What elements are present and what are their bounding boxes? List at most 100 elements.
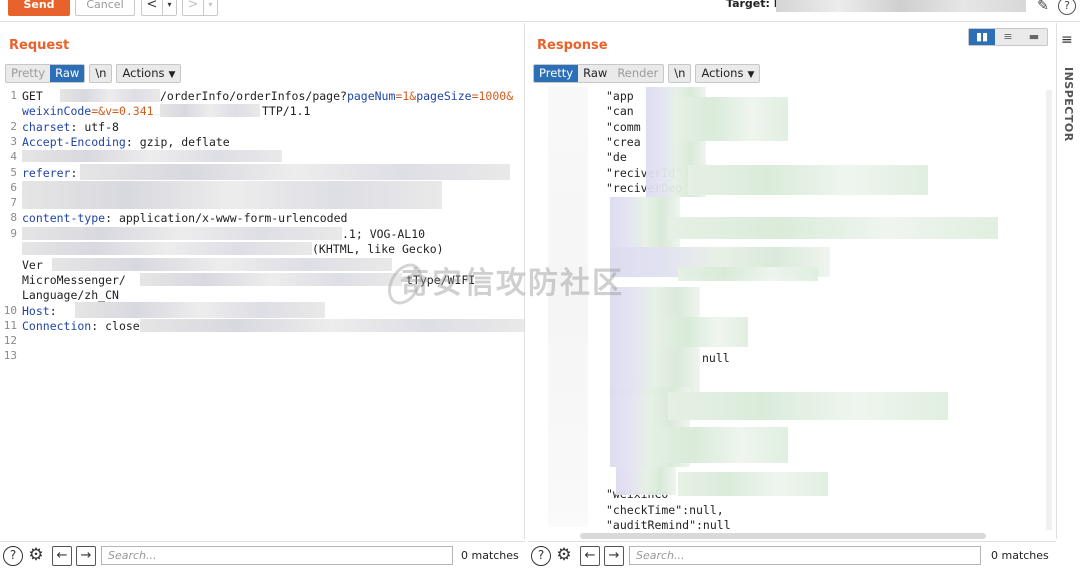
code-line-1: GET <box>22 89 50 103</box>
forward-dropdown-icon[interactable]: ▾ <box>203 0 217 15</box>
layout-horizontal-icon[interactable]: ≡ <box>995 29 1021 45</box>
code-line-2: charset: utf-8 <box>22 120 119 134</box>
tab-raw[interactable]: Raw <box>578 65 612 82</box>
redacted-block <box>140 273 402 286</box>
response-view-toggle: Pretty Raw Render <box>533 64 665 83</box>
code-line-1b: weixinCode=&v=0.341 <box>22 104 154 118</box>
line-number: 11 <box>3 319 17 332</box>
search-input[interactable]: Search... <box>629 546 981 565</box>
param-value: =1000& <box>471 89 514 103</box>
line-number: 2 <box>10 120 17 133</box>
arrow-right-icon[interactable]: → <box>604 546 624 566</box>
code-line-3: Accept-Encoding: gzip, deflate <box>22 135 230 149</box>
actions-label: Actions <box>701 66 744 80</box>
redacted-block <box>668 217 998 239</box>
redacted-block <box>648 427 788 463</box>
redacted-block <box>75 302 325 318</box>
line-number: 9 <box>10 227 17 240</box>
response-editor[interactable]: "app "can "comm "crea "de "reciverId" "r… <box>528 87 1056 537</box>
redacted-block <box>658 317 748 347</box>
user-agent-fragment: .1; VOG-AL10 <box>342 227 426 241</box>
target-redacted <box>776 0 1026 12</box>
search-input[interactable]: Search... <box>101 546 453 565</box>
param-key: pageSize <box>416 89 472 103</box>
arrow-right-icon[interactable]: → <box>76 546 96 566</box>
param-key: weixinCode <box>22 104 92 118</box>
help-icon[interactable]: ? <box>3 546 23 566</box>
send-button[interactable]: Send <box>8 0 70 16</box>
help-icon[interactable]: ? <box>1058 0 1076 15</box>
request-title: Request <box>9 38 70 53</box>
actions-dropdown[interactable]: Actions ▼ <box>116 64 182 83</box>
redacted-block <box>678 472 828 496</box>
user-agent-line: Language/zh_CN <box>22 288 119 302</box>
forward-arrow-icon[interactable]: > <box>183 0 203 15</box>
horizontal-scrollbar[interactable] <box>580 533 986 539</box>
tab-pretty[interactable]: Pretty <box>6 65 50 82</box>
header-key: Host <box>22 304 50 318</box>
gear-icon[interactable]: ⚙ <box>554 546 574 566</box>
json-key: "can <box>606 104 634 118</box>
redacted-block <box>678 267 818 281</box>
param-value: =1& <box>395 89 417 103</box>
layout-tabs-icon[interactable]: ▬ <box>1021 29 1047 45</box>
response-title: Response <box>537 38 608 53</box>
back-nav-group[interactable]: < ▾ <box>141 0 177 16</box>
inspector-tab[interactable]: INSPECTOR <box>1062 67 1075 142</box>
code-line-10: Host: <box>22 304 57 318</box>
json-key: "app <box>606 89 634 103</box>
newline-toggle[interactable]: \n <box>89 64 113 83</box>
line-number: 12 <box>3 334 17 347</box>
vertical-scrollbar[interactable] <box>1046 90 1052 530</box>
user-agent-line: Ver <box>22 258 43 272</box>
redacted-block <box>22 181 442 209</box>
target-label: Target: I <box>726 0 778 10</box>
line-number: 1 <box>10 89 17 102</box>
redacted-block <box>160 104 260 117</box>
line-number: 4 <box>10 150 17 163</box>
request-tabs: Pretty Raw \n Actions ▼ <box>5 64 182 83</box>
inspector-sidebar: ≡ INSPECTOR <box>1056 23 1080 539</box>
tab-pretty[interactable]: Pretty <box>534 65 579 82</box>
layout-split-icon[interactable]: ▮▮ <box>969 29 995 45</box>
line-number: 5 <box>10 166 17 179</box>
header-value: : <box>70 166 78 180</box>
response-tabs: Pretty Raw Render \n Actions ▼ <box>533 64 761 83</box>
line-number: 3 <box>10 135 17 148</box>
header-value: : utf-8 <box>70 120 119 134</box>
redacted-block <box>22 242 312 255</box>
code-line-11: Connection: close <box>22 319 140 333</box>
layout-toggle: ▮▮ ≡ ▬ <box>968 28 1048 46</box>
json-key: "checkTime":null, <box>606 503 724 517</box>
back-arrow-icon[interactable]: < <box>142 0 162 15</box>
tab-raw[interactable]: Raw <box>50 65 85 82</box>
header-key: content-type <box>22 211 106 225</box>
actions-dropdown[interactable]: Actions ▼ <box>695 64 761 83</box>
param-key: pageNum <box>346 89 396 103</box>
tab-render[interactable]: Render <box>612 65 663 82</box>
redacted-block <box>548 87 588 527</box>
top-toolbar: Send Cancel < ▾ > ▾ Target: I ✎ ? <box>0 0 1080 22</box>
cancel-button[interactable]: Cancel <box>75 0 135 16</box>
json-key: "comm <box>606 120 641 134</box>
forward-nav-group[interactable]: > ▾ <box>182 0 218 16</box>
http-protocol: TTP/1.1 <box>262 104 311 118</box>
header-value: : close <box>91 319 140 333</box>
user-agent-fragment: (KHTML, like Gecko) <box>312 242 444 256</box>
watermark-text: 奇安信攻防社区 <box>400 266 624 301</box>
arrow-left-icon[interactable]: ← <box>580 546 600 566</box>
back-dropdown-icon[interactable]: ▾ <box>162 0 176 15</box>
redacted-block <box>140 319 524 332</box>
request-path: /orderInfo/orderInfos/page?pageNum=1&pag… <box>160 89 513 103</box>
header-key: Connection <box>22 319 92 333</box>
match-count: 0 matches <box>991 549 1049 562</box>
gear-icon[interactable]: ⚙ <box>26 546 46 566</box>
help-icon[interactable]: ? <box>531 546 551 566</box>
request-editor[interactable]: 1 2 3 4 5 6 7 8 9 10 11 12 13 GET /order… <box>0 87 524 537</box>
newline-toggle[interactable]: \n <box>668 64 692 83</box>
pencil-icon[interactable]: ✎ <box>1034 0 1052 15</box>
arrow-left-icon[interactable]: ← <box>52 546 72 566</box>
http-method: GET <box>22 89 50 103</box>
menu-icon[interactable]: ≡ <box>1061 32 1073 48</box>
chevron-down-icon: ▼ <box>747 70 755 80</box>
